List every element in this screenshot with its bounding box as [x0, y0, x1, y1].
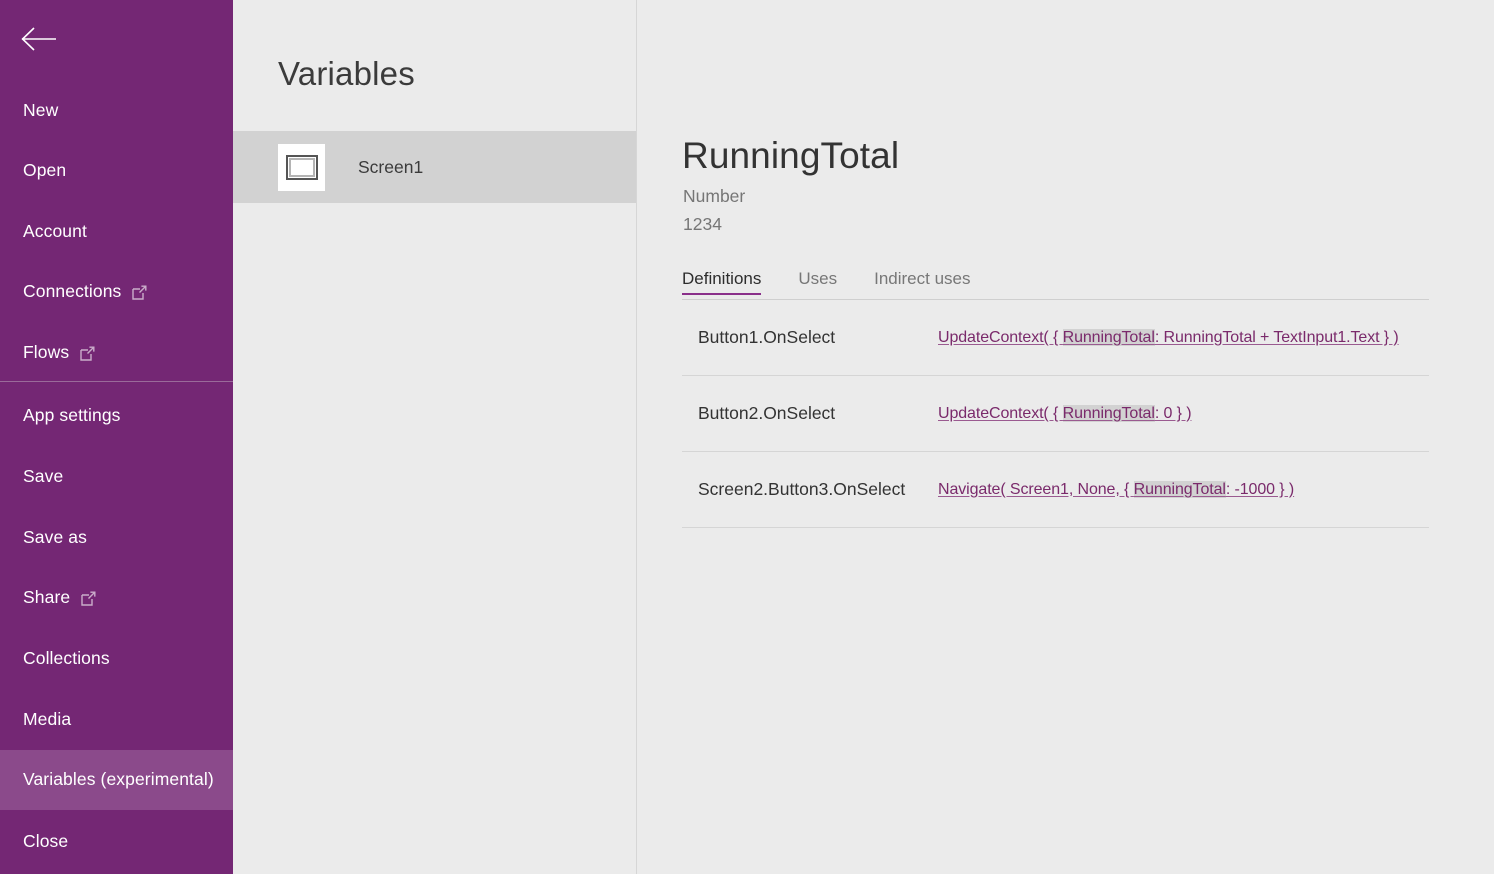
sidebar-item-label: Save	[23, 468, 63, 486]
open-in-new-window-icon	[81, 591, 96, 606]
sidebar-item-app-settings[interactable]: App settings	[0, 386, 233, 446]
variable-name: RunningTotal	[682, 137, 899, 174]
variables-panel: Variables Screen1	[233, 0, 637, 874]
sidebar-item-collections[interactable]: Collections	[0, 629, 233, 689]
detail-tabs: Definitions Uses Indirect uses	[682, 270, 1429, 300]
sidebar-item-label: Connections	[23, 283, 121, 301]
sidebar-item-close[interactable]: Close	[0, 812, 233, 872]
sidebar-item-open[interactable]: Open	[0, 141, 233, 201]
back-arrow-icon	[20, 25, 58, 53]
open-in-new-window-icon	[132, 285, 147, 300]
formula-suffix: : -1000 } )	[1226, 481, 1294, 498]
sidebar-item-label: App settings	[23, 407, 121, 425]
formula-highlighted-token: RunningTotal	[1134, 481, 1226, 498]
definition-formula-link[interactable]: UpdateContext( { RunningTotal: 0 } )	[938, 405, 1429, 423]
definition-formula-link[interactable]: UpdateContext( { RunningTotal: RunningTo…	[938, 329, 1429, 347]
tab-uses[interactable]: Uses	[798, 270, 837, 295]
sidebar: New Open Account Connections Flows App settin…	[0, 0, 233, 874]
definition-target: Button2.OnSelect	[682, 403, 938, 424]
definition-target: Screen2.Button3.OnSelect	[682, 479, 938, 500]
sidebar-item-label: Media	[23, 711, 71, 729]
variable-detail-panel: RunningTotal Number 1234 Definitions Uses…	[637, 0, 1494, 874]
sidebar-item-label: Open	[23, 162, 66, 180]
sidebar-item-label: Share	[23, 589, 70, 607]
variable-type: Number	[683, 188, 745, 206]
sidebar-item-flows[interactable]: Flows	[0, 323, 233, 383]
variable-value: 1234	[683, 216, 722, 234]
tab-indirect-uses[interactable]: Indirect uses	[874, 270, 970, 295]
formula-suffix: : 0 } )	[1155, 405, 1192, 422]
sidebar-item-account[interactable]: Account	[0, 202, 233, 262]
formula-suffix: : RunningTotal + TextInput1.Text } )	[1155, 329, 1399, 346]
list-item-label: Screen1	[358, 157, 423, 178]
formula-prefix: UpdateContext( {	[938, 329, 1063, 346]
sidebar-item-new[interactable]: New	[0, 81, 233, 141]
sidebar-item-label: Variables (experimental)	[23, 771, 214, 789]
formula-prefix: UpdateContext( {	[938, 405, 1063, 422]
tab-definitions[interactable]: Definitions	[682, 270, 761, 295]
sidebar-item-label: Save as	[23, 529, 87, 547]
sidebar-item-save[interactable]: Save	[0, 447, 233, 507]
table-row: Button2.OnSelectUpdateContext( { Running…	[682, 376, 1429, 452]
sidebar-item-variables-experimental[interactable]: Variables (experimental)	[0, 750, 233, 810]
formula-highlighted-token: RunningTotal	[1063, 329, 1155, 346]
sidebar-item-label: New	[23, 102, 58, 120]
sidebar-item-label: Close	[23, 833, 68, 851]
page-title: Variables	[278, 57, 415, 90]
table-row: Screen2.Button3.OnSelectNavigate( Screen…	[682, 452, 1429, 528]
sidebar-item-connections[interactable]: Connections	[0, 262, 233, 322]
definitions-table: Button1.OnSelectUpdateContext( { Running…	[682, 300, 1429, 528]
open-in-new-window-icon	[80, 346, 95, 361]
sidebar-item-label: Flows	[23, 344, 69, 362]
app-window: New Open Account Connections Flows App settin…	[0, 0, 1494, 874]
sidebar-item-label: Collections	[23, 650, 110, 668]
list-item-screen1[interactable]: Screen1	[233, 131, 636, 203]
sidebar-item-share[interactable]: Share	[0, 568, 233, 628]
sidebar-item-save-as[interactable]: Save as	[0, 508, 233, 568]
table-row: Button1.OnSelectUpdateContext( { Running…	[682, 300, 1429, 376]
definition-formula-link[interactable]: Navigate( Screen1, None, { RunningTotal:…	[938, 481, 1429, 499]
formula-highlighted-token: RunningTotal	[1063, 405, 1155, 422]
definition-target: Button1.OnSelect	[682, 327, 938, 348]
back-button[interactable]	[0, 0, 233, 78]
sidebar-item-media[interactable]: Media	[0, 690, 233, 750]
sidebar-item-label: Account	[23, 223, 87, 241]
screen-thumbnail-icon	[278, 144, 325, 191]
formula-prefix: Navigate( Screen1, None, {	[938, 481, 1134, 498]
